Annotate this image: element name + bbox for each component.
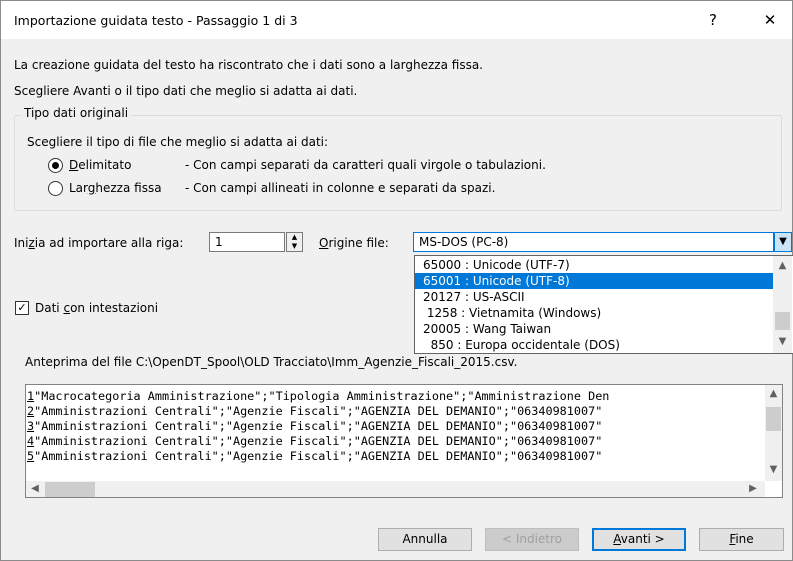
scroll-down-icon[interactable]: ▼	[765, 464, 782, 475]
next-button[interactable]: Avanti >	[592, 528, 686, 551]
scroll-up-icon[interactable]: ▲	[773, 260, 792, 271]
preview-h-scroll-thumb[interactable]	[45, 482, 95, 497]
chevron-down-icon[interactable]: ▼	[774, 232, 792, 252]
dropdown-item[interactable]: 20127 : US-ASCII	[415, 289, 773, 305]
help-icon[interactable]: ?	[698, 7, 728, 33]
dropdown-item[interactable]: 20005 : Wang Taiwan	[415, 321, 773, 337]
preview-label: Anteprima del file C:\OpenDT_Spool\OLD T…	[25, 355, 518, 369]
start-row-label: Inizia ad importare alla riga:	[14, 236, 184, 250]
file-preview[interactable]: 1"Macrocategoria Amministrazione";"Tipol…	[25, 384, 783, 498]
scroll-up-icon[interactable]: ▲	[765, 388, 782, 399]
start-row-spinner[interactable]: ▲ ▼	[286, 232, 303, 252]
start-row-input[interactable]: 1	[209, 232, 285, 252]
origin-dropdown-list[interactable]: 65000 : Unicode (UTF-7) 65001 : Unicode …	[414, 255, 793, 354]
back-button[interactable]: < Indietro	[485, 528, 579, 551]
dropdown-item[interactable]: 65000 : Unicode (UTF-7)	[415, 257, 773, 273]
preview-v-scroll-thumb[interactable]	[766, 407, 781, 431]
scroll-left-icon[interactable]: ◀	[28, 483, 42, 494]
intro-line-1: La creazione guidata del testo ha riscon…	[14, 58, 483, 72]
preview-vertical-scrollbar[interactable]: ▲ ▼	[765, 385, 782, 481]
origin-combobox[interactable]: MS-DOS (PC-8)	[413, 232, 774, 252]
delimited-description: - Con campi separati da caratteri quali …	[185, 158, 546, 172]
delimited-label[interactable]: Delimitato	[69, 158, 131, 172]
intro-line-2: Scegliere Avanti o il tipo dati che megl…	[14, 84, 358, 98]
title-bar: Importazione guidata testo - Passaggio 1…	[1, 1, 792, 39]
headers-checkbox[interactable]: ✓	[15, 301, 29, 315]
fixed-width-description: - Con campi allineati in colonne e separ…	[185, 181, 496, 195]
scroll-right-icon[interactable]: ▶	[746, 483, 760, 494]
cancel-button[interactable]: Annulla	[378, 528, 472, 551]
preview-row: 2"Amministrazioni Centrali";"Agenzie Fis…	[27, 404, 603, 418]
data-type-group-legend: Tipo dati originali	[21, 106, 132, 120]
delimited-radio[interactable]	[48, 158, 63, 173]
fixed-width-radio[interactable]	[48, 181, 63, 196]
close-icon[interactable]: ✕	[755, 7, 785, 33]
data-type-prompt: Scegliere il tipo di file che meglio si …	[27, 135, 329, 149]
dropdown-item-selected[interactable]: 65001 : Unicode (UTF-8)	[415, 273, 773, 289]
preview-row: 5"Amministrazioni Centrali";"Agenzie Fis…	[27, 449, 603, 463]
preview-row: 1"Macrocategoria Amministrazione";"Tipol…	[27, 389, 610, 403]
dropdown-scroll-thumb[interactable]	[775, 312, 790, 330]
preview-row: 4"Amministrazioni Centrali";"Agenzie Fis…	[27, 434, 603, 448]
scroll-down-icon[interactable]: ▼	[773, 336, 792, 347]
dropdown-scrollbar[interactable]: ▲ ▼	[773, 256, 792, 353]
import-wizard-dialog: Importazione guidata testo - Passaggio 1…	[0, 0, 793, 561]
spin-down-icon[interactable]: ▼	[287, 242, 302, 251]
headers-checkbox-label[interactable]: Dati con intestazioni	[35, 301, 158, 315]
preview-row: 3"Amministrazioni Centrali";"Agenzie Fis…	[27, 419, 603, 433]
window-title: Importazione guidata testo - Passaggio 1…	[14, 13, 298, 28]
finish-button[interactable]: Fine	[699, 528, 784, 551]
dropdown-item[interactable]: 1258 : Vietnamita (Windows)	[415, 305, 773, 321]
preview-horizontal-scrollbar[interactable]: ◀ ▶	[26, 481, 765, 497]
fixed-width-label[interactable]: Larghezza fissa	[69, 181, 162, 195]
origin-label: Origine file:	[319, 236, 389, 250]
dropdown-item[interactable]: 850 : Europa occidentale (DOS)	[415, 337, 773, 353]
spin-up-icon[interactable]: ▲	[287, 233, 302, 242]
